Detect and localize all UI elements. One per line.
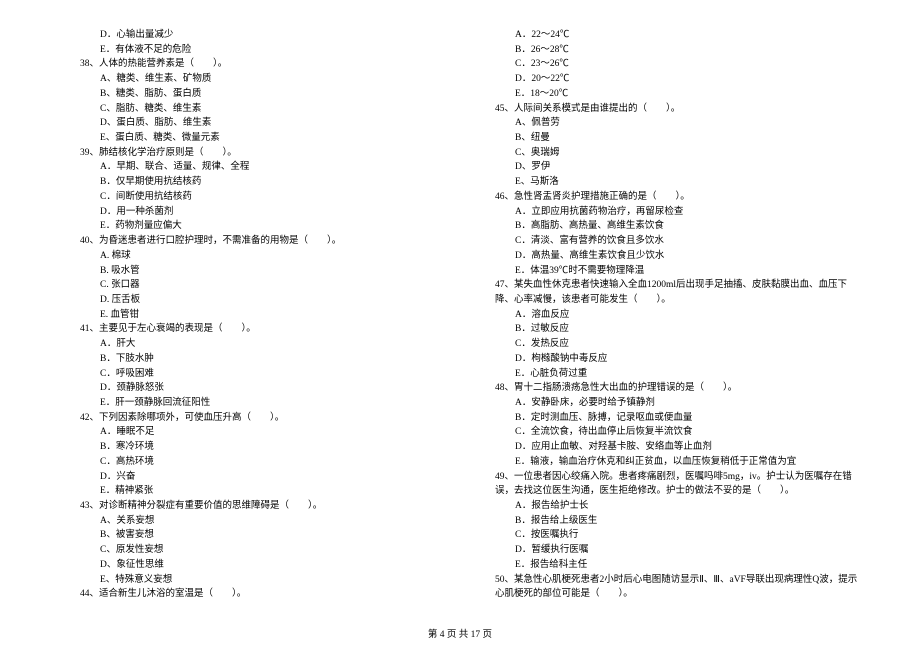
option-line: E．药物剂量应偏大	[60, 219, 445, 234]
option-line: D．20～22℃	[475, 72, 860, 87]
option-line: D、蛋白质、脂肪、维生素	[60, 116, 445, 131]
option-line: C．清淡、富有营养的饮食且多饮水	[475, 234, 860, 249]
option-line: A．报告给护士长	[475, 499, 860, 514]
option-line: C、奥瑞姆	[475, 146, 860, 161]
option-line: E、蛋白质、糖类、微量元素	[60, 131, 445, 146]
option-line: B、纽曼	[475, 131, 860, 146]
option-line: D．用一种杀菌剂	[60, 205, 445, 220]
option-line: A、关系妄想	[60, 514, 445, 529]
option-line: E．精神紧张	[60, 484, 445, 499]
option-line: E、特殊意义妄想	[60, 573, 445, 588]
option-line: D．暂缓执行医嘱	[475, 543, 860, 558]
option-line: B．过敏反应	[475, 322, 860, 337]
option-line: C．发热反应	[475, 337, 860, 352]
question-line: 39、肺结核化学治疗原则是（ ）。	[60, 146, 445, 161]
option-line: D、罗伊	[475, 160, 860, 175]
option-line: C．高热环境	[60, 455, 445, 470]
question-line: 50、某急性心肌梗死患者2小时后心电图随访显示Ⅱ、Ⅲ、aVF导联出现病理性Q波，…	[475, 573, 860, 602]
option-line: D．心输出量减少	[60, 28, 445, 43]
question-line: 43、对诊断精神分裂症有重要价值的思维障碍是（ ）。	[60, 499, 445, 514]
option-line: B．26～28℃	[475, 43, 860, 58]
question-line: 49、一位患者因心绞痛入院。患者疼痛剧烈，医嘱吗啡5mg，iv。护士认为医嘱存在…	[475, 470, 860, 499]
option-line: C、原发性妄想	[60, 543, 445, 558]
option-line: E、马斯洛	[475, 175, 860, 190]
option-line: B．寒冷环境	[60, 440, 445, 455]
page-footer: 第 4 页 共 17 页	[0, 626, 920, 640]
option-line: B．高脂肪、高热量、高维生素饮食	[475, 219, 860, 234]
option-line: D. 压舌板	[60, 293, 445, 308]
option-line: E．体温39℃时不需要物理降温	[475, 264, 860, 279]
option-line: C．23～26℃	[475, 57, 860, 72]
option-line: C．按医嘱执行	[475, 528, 860, 543]
option-line: B. 吸水管	[60, 264, 445, 279]
option-line: D．颈静脉怒张	[60, 381, 445, 396]
option-line: C．间断使用抗结核药	[60, 190, 445, 205]
question-line: 45、人际间关系模式是由谁提出的（ ）。	[475, 102, 860, 117]
option-line: A．溶血反应	[475, 308, 860, 323]
option-line: E. 血管钳	[60, 308, 445, 323]
option-line: A．睡眠不足	[60, 425, 445, 440]
option-line: A．早期、联合、适量、规律、全程	[60, 160, 445, 175]
question-line: 44、适合新生儿沐浴的室温是（ ）。	[60, 587, 445, 602]
option-line: B．报告给上级医生	[475, 514, 860, 529]
right-column: A．22～24℃B．26～28℃C．23～26℃D．20～22℃E．18～20℃…	[475, 28, 860, 602]
question-line: 42、下列因素除哪项外，可使血压升高（ ）。	[60, 411, 445, 426]
option-line: B．仅早期使用抗结核药	[60, 175, 445, 190]
option-line: E．报告给科主任	[475, 558, 860, 573]
option-line: A、佩普劳	[475, 116, 860, 131]
question-line: 41、主要见于左心衰竭的表现是（ ）。	[60, 322, 445, 337]
question-line: 46、急性肾盂肾炎护理措施正确的是（ ）。	[475, 190, 860, 205]
option-line: E．有体液不足的危险	[60, 43, 445, 58]
option-line: D．应用止血敏、对羟基卡胺、安络血等止血剂	[475, 440, 860, 455]
option-line: D．兴奋	[60, 470, 445, 485]
question-line: 47、某失血性休克患者快速输入全血1200ml后出现手足抽搐、皮肤黏膜出血、血压…	[475, 278, 860, 307]
option-line: E．心脏负荷过重	[475, 367, 860, 382]
option-line: C．全流饮食，待出血停止后恢复半流饮食	[475, 425, 860, 440]
option-line: A、糖类、维生素、矿物质	[60, 72, 445, 87]
option-line: D、象征性思维	[60, 558, 445, 573]
option-line: A．安静卧床，必要时给予镇静剂	[475, 396, 860, 411]
option-line: E．输液，输血治疗休克和纠正贫血，以血压恢复稍低于正常值为宜	[475, 455, 860, 470]
option-line: C．呼吸困难	[60, 367, 445, 382]
question-line: 48、胃十二指肠溃疡急性大出血的护理错误的是（ ）。	[475, 381, 860, 396]
option-line: B．下肢水肿	[60, 352, 445, 367]
option-line: A．立即应用抗菌药物治疗，再留尿检查	[475, 205, 860, 220]
option-line: C、脂肪、糖类、维生素	[60, 102, 445, 117]
question-line: 40、为昏迷患者进行口腔护理时，不需准备的用物是（ ）。	[60, 234, 445, 249]
option-line: A. 棉球	[60, 249, 445, 264]
option-line: A．22～24℃	[475, 28, 860, 43]
question-line: 38、人体的热能营养素是（ ）。	[60, 57, 445, 72]
option-line: C. 张口器	[60, 278, 445, 293]
option-line: E．肝一颈静脉回流征阳性	[60, 396, 445, 411]
option-line: D．高热量、高维生素饮食且少饮水	[475, 249, 860, 264]
option-line: E．18～20℃	[475, 87, 860, 102]
option-line: B、糖类、脂肪、蛋白质	[60, 87, 445, 102]
option-line: A．肝大	[60, 337, 445, 352]
content-columns: D．心输出量减少E．有体液不足的危险38、人体的热能营养素是（ ）。A、糖类、维…	[60, 28, 860, 602]
left-column: D．心输出量减少E．有体液不足的危险38、人体的热能营养素是（ ）。A、糖类、维…	[60, 28, 445, 602]
option-line: B、被害妄想	[60, 528, 445, 543]
option-line: D．枸橼酸钠中毒反应	[475, 352, 860, 367]
option-line: B．定时测血压、脉搏，记录呕血或便血量	[475, 411, 860, 426]
